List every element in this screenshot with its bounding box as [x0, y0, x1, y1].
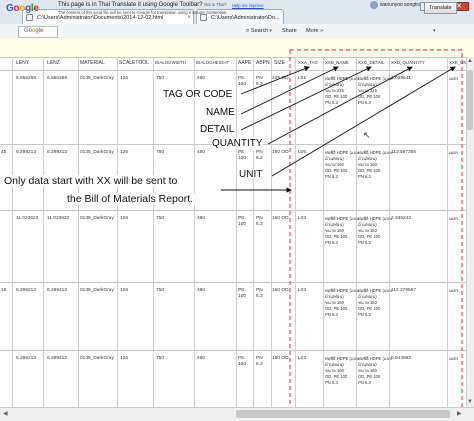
annotation-quantity: QUANTITY [212, 138, 263, 149]
vertical-scroll-thumb[interactable] [467, 70, 473, 130]
annotation-unit: UNIT [239, 169, 263, 180]
tag-arrow [240, 66, 310, 95]
horizontal-scroll-thumb[interactable] [236, 410, 450, 418]
annotation-detail: DETAIL [200, 124, 235, 135]
scroll-right-icon[interactable]: ▶ [457, 410, 462, 417]
unit-arrow [271, 66, 456, 177]
scroll-up-icon[interactable]: ▲ [467, 58, 473, 64]
scroll-left-icon[interactable]: ◀ [3, 410, 8, 417]
mouse-cursor: ↖ [363, 130, 371, 140]
annotation-name: NAME [206, 107, 235, 118]
annotation-tag: TAG OR CODE [163, 89, 233, 100]
annotation-note-line1: Only data start with XX will be sent to [4, 175, 180, 187]
annotation-overlay [221, 49, 463, 413]
detail-arrow [240, 66, 372, 131]
xx-columns-highlight [289, 49, 463, 413]
annotation-note-line2: the Bill of Materials Report. [67, 193, 196, 205]
scroll-down-icon[interactable]: ▼ [467, 399, 473, 405]
